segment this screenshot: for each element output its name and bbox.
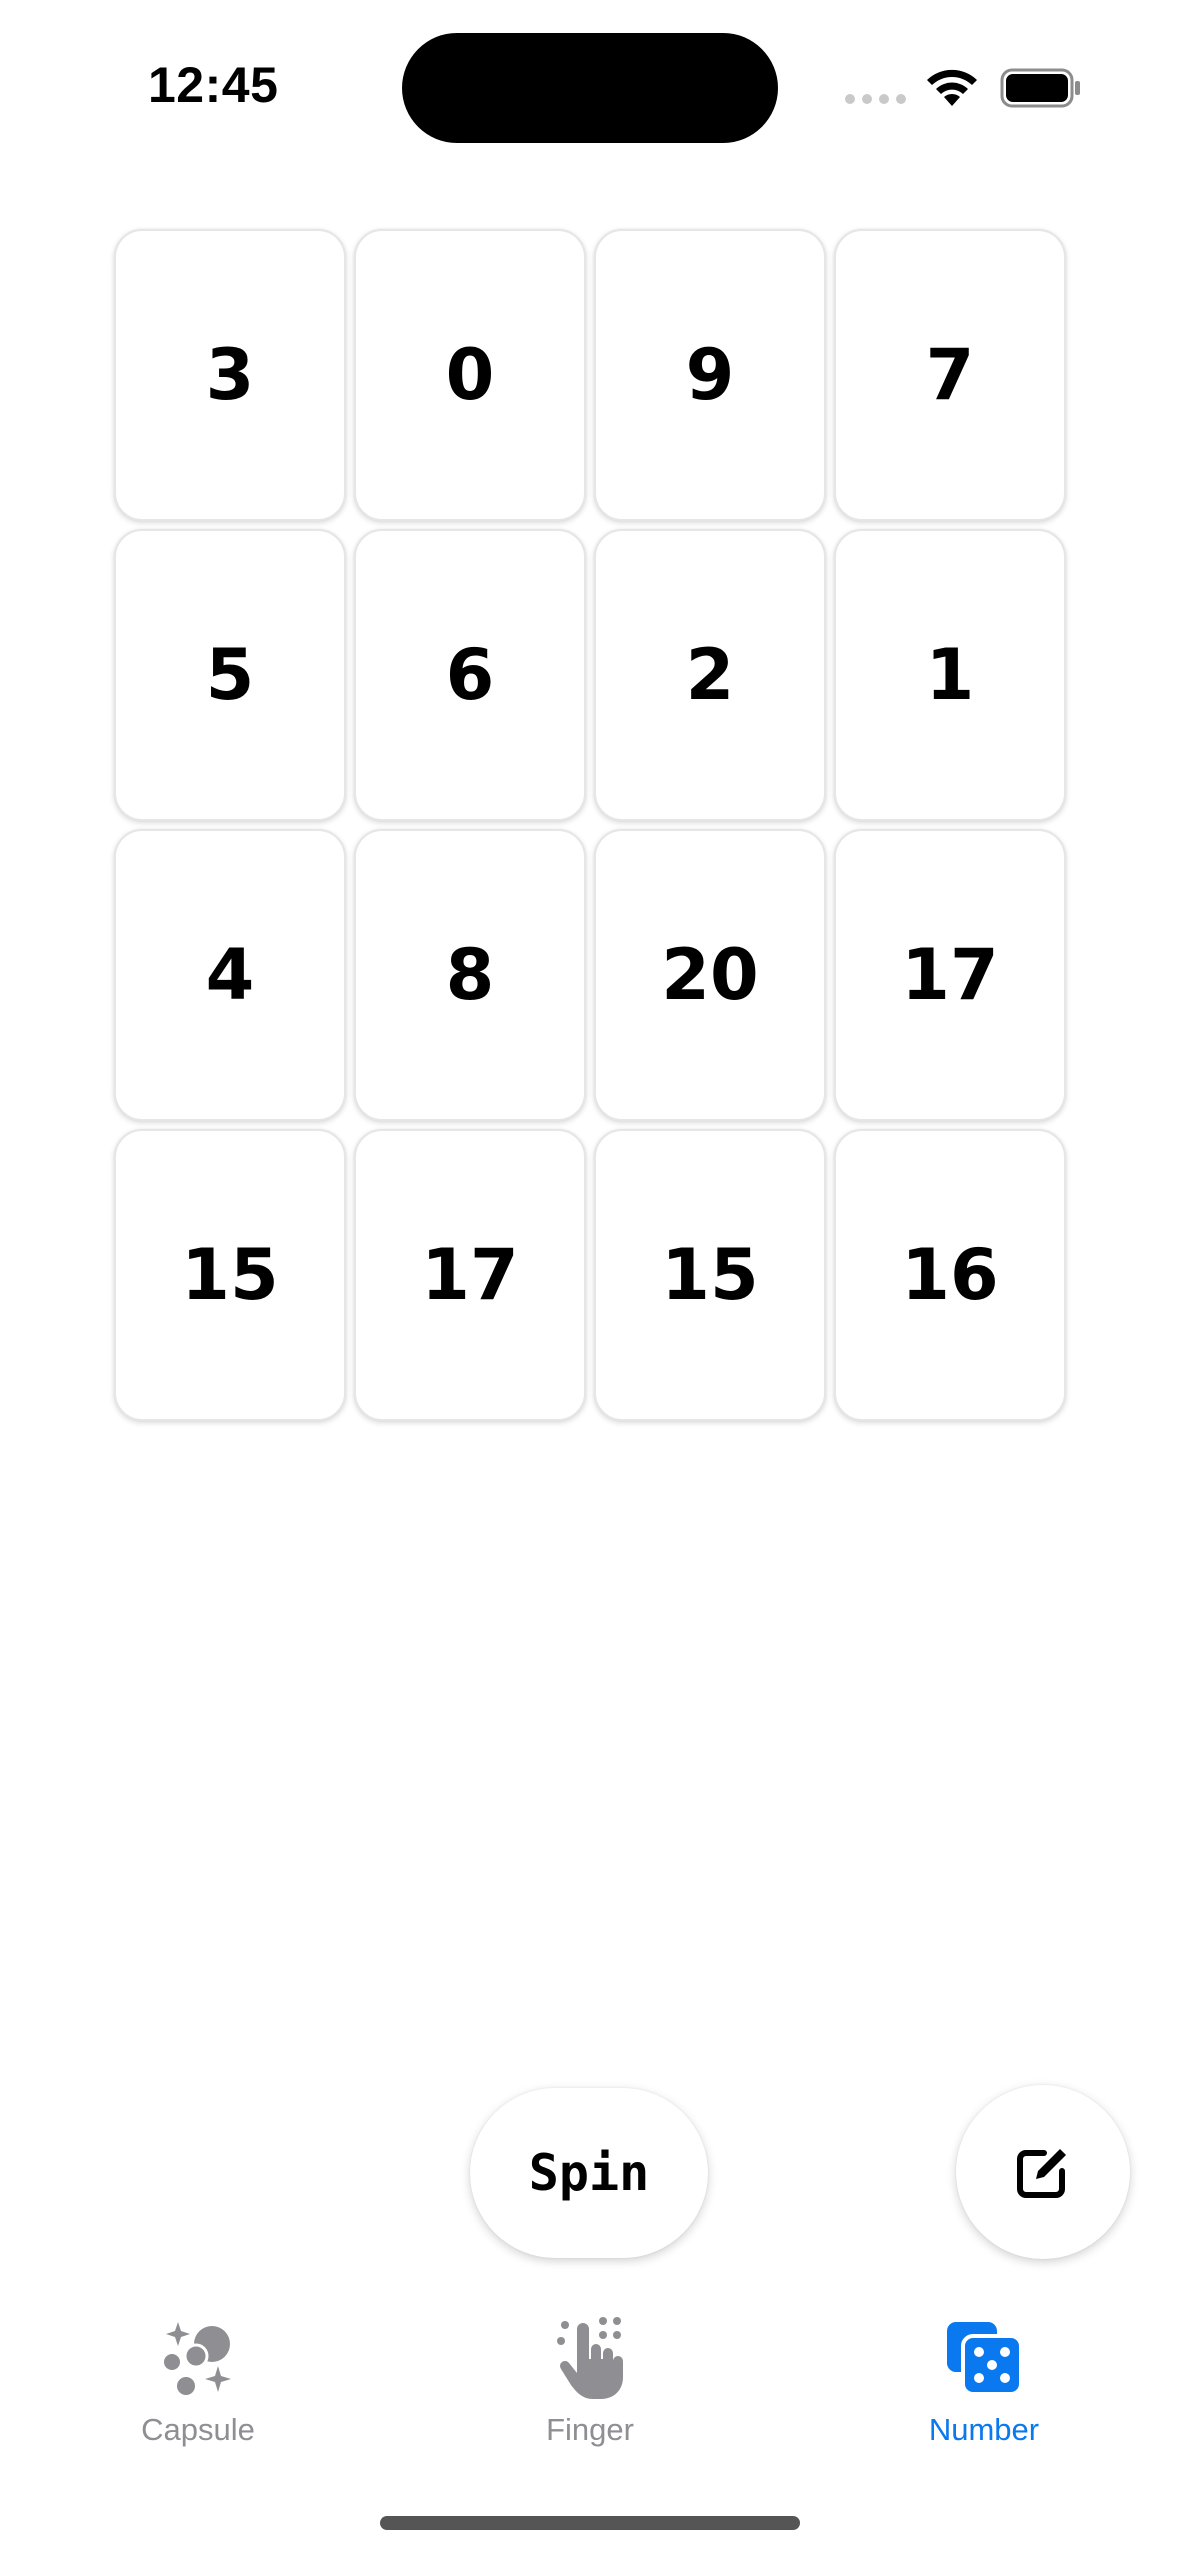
tab-label: Finger bbox=[546, 2412, 634, 2447]
spin-button[interactable]: Spin bbox=[470, 2088, 708, 2258]
app-screen: 12:45 3 0 9 7 5 6 2 1 4 8 20 17 15 17 15… bbox=[0, 0, 1179, 2556]
number-card[interactable]: 2 bbox=[594, 529, 826, 821]
number-value: 7 bbox=[925, 334, 975, 416]
number-card[interactable]: 8 bbox=[354, 829, 586, 1121]
tab-capsule[interactable]: Capsule bbox=[68, 2318, 328, 2448]
number-value: 9 bbox=[685, 334, 735, 416]
number-value: 1 bbox=[925, 634, 975, 716]
number-value: 17 bbox=[901, 934, 999, 1016]
dice-icon bbox=[947, 2322, 1023, 2396]
number-value: 6 bbox=[445, 634, 495, 716]
number-card[interactable]: 15 bbox=[594, 1129, 826, 1421]
number-value: 4 bbox=[205, 934, 255, 1016]
number-card[interactable]: 5 bbox=[114, 529, 346, 821]
number-value: 20 bbox=[661, 934, 759, 1016]
number-card[interactable]: 3 bbox=[114, 229, 346, 521]
number-value: 0 bbox=[445, 334, 495, 416]
home-indicator[interactable] bbox=[380, 2516, 800, 2530]
number-value: 2 bbox=[685, 634, 735, 716]
dynamic-island bbox=[402, 33, 778, 143]
number-value: 15 bbox=[181, 1234, 279, 1316]
sparkles-bubbles-icon bbox=[164, 2322, 231, 2395]
square-pencil-icon bbox=[1017, 2149, 1066, 2198]
number-card[interactable]: 15 bbox=[114, 1129, 346, 1421]
wifi-icon bbox=[927, 69, 977, 106]
edit-button[interactable] bbox=[956, 2085, 1130, 2259]
number-grid: 3 0 9 7 5 6 2 1 4 8 20 17 15 17 15 16 bbox=[114, 229, 1066, 1421]
number-card[interactable]: 17 bbox=[834, 829, 1066, 1121]
status-time: 12:45 bbox=[148, 57, 279, 113]
number-card[interactable]: 4 bbox=[114, 829, 346, 1121]
number-card[interactable]: 17 bbox=[354, 1129, 586, 1421]
number-card[interactable]: 6 bbox=[354, 529, 586, 821]
tab-finger[interactable]: Finger bbox=[460, 2317, 720, 2448]
tab-label: Number bbox=[928, 2412, 1040, 2447]
spin-button-label: Spin bbox=[528, 2144, 650, 2202]
number-card[interactable]: 7 bbox=[834, 229, 1066, 521]
battery-icon bbox=[1000, 68, 1080, 108]
number-card[interactable]: 1 bbox=[834, 529, 1066, 821]
hand-tap-icon bbox=[557, 2317, 623, 2399]
tab-label: Capsule bbox=[141, 2412, 255, 2447]
number-card[interactable]: 0 bbox=[354, 229, 586, 521]
number-value: 17 bbox=[421, 1234, 519, 1316]
tab-number[interactable]: Number bbox=[854, 2318, 1114, 2448]
number-value: 15 bbox=[661, 1234, 759, 1316]
cellular-signal-icon bbox=[845, 94, 906, 104]
number-value: 16 bbox=[901, 1234, 999, 1316]
number-value: 3 bbox=[205, 334, 255, 416]
number-value: 5 bbox=[205, 634, 255, 716]
number-card[interactable]: 20 bbox=[594, 829, 826, 1121]
number-card[interactable]: 16 bbox=[834, 1129, 1066, 1421]
number-card[interactable]: 9 bbox=[594, 229, 826, 521]
number-value: 8 bbox=[445, 934, 495, 1016]
